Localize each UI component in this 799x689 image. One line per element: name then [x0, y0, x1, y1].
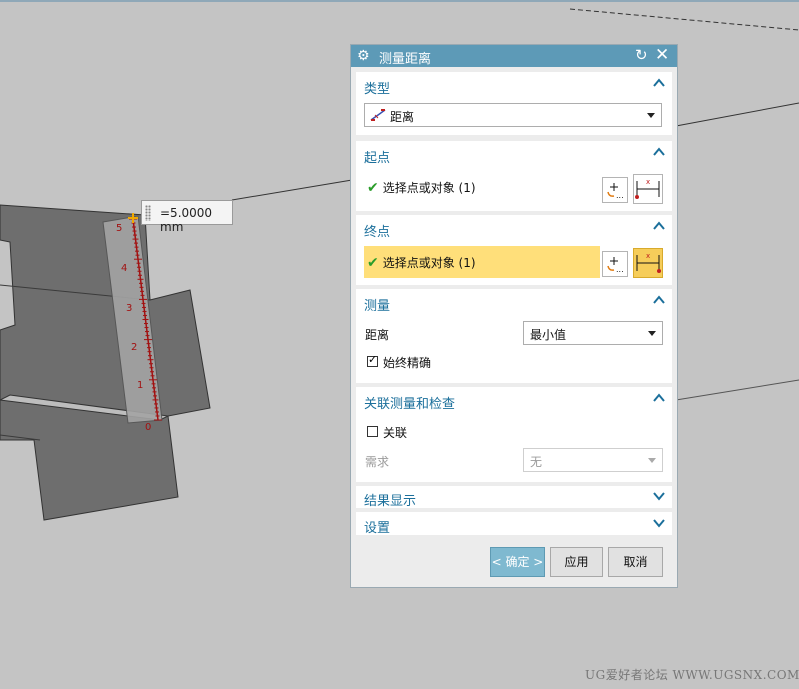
end-point-row: ✔ 选择点或对象 (1): [367, 254, 476, 271]
chevron-down-icon[interactable]: [652, 489, 666, 503]
ruler-label: 5: [116, 223, 122, 234]
end-point-status: 选择点或对象 (1): [382, 256, 476, 270]
inferred-point-button[interactable]: x: [633, 248, 663, 278]
section-start-point: 起点 ✔ 选择点或对象 (1) ... x: [356, 141, 672, 211]
chevron-up-icon[interactable]: [652, 391, 666, 405]
dashed-edge: [569, 8, 799, 31]
point-dialog-button[interactable]: ...: [602, 251, 628, 277]
distance-mode-select[interactable]: 最小值: [523, 321, 663, 345]
section-settings[interactable]: 设置: [356, 512, 672, 536]
start-point-selector[interactable]: ✔ 选择点或对象 (1): [367, 179, 476, 196]
chevron-down-icon[interactable]: [652, 516, 666, 530]
close-icon[interactable]: ✕: [655, 45, 669, 65]
section-title: 终点: [364, 225, 391, 240]
edge-line: [675, 379, 799, 401]
ruler-label: 3: [126, 303, 132, 314]
point-dialog-icon: ...: [607, 257, 624, 274]
chevron-up-icon[interactable]: [652, 76, 666, 90]
requirement-select: 无: [523, 448, 663, 472]
point-dialog-button[interactable]: ...: [602, 177, 628, 203]
distance-label: 距离: [365, 328, 390, 342]
distance-icon: [370, 109, 386, 121]
chevron-up-icon[interactable]: [652, 219, 666, 233]
apply-button[interactable]: 应用: [550, 547, 603, 577]
requirement-value: 无: [530, 455, 543, 469]
drag-handle-icon[interactable]: [145, 205, 151, 221]
ruler-label: 2: [131, 342, 137, 353]
inferred-point-button[interactable]: x: [633, 174, 663, 204]
section-results-display[interactable]: 结果显示: [356, 486, 672, 509]
edge-line: [231, 179, 353, 201]
dialog-title: 测量距离: [379, 52, 432, 67]
svg-text:...: ...: [616, 265, 624, 274]
inferred-point-icon: x: [635, 178, 660, 199]
section-measure: 测量 距离 最小值 ✓ 始终精确: [356, 289, 672, 383]
svg-text:...: ...: [616, 191, 624, 200]
chevron-down-icon: [648, 331, 656, 336]
chevron-down-icon: [647, 113, 655, 118]
distance-mode-value: 最小值: [530, 328, 567, 342]
chevron-up-icon[interactable]: [652, 145, 666, 159]
start-point-status: 选择点或对象 (1): [382, 181, 476, 195]
edge-line: [675, 102, 799, 127]
part-body[interactable]: [0, 204, 211, 521]
end-point-selector[interactable]: ✔ 选择点或对象 (1): [364, 246, 600, 278]
measure-distance-dialog: ⚙ 测量距离 ↻ ✕ 类型 距离 起点 ✔ 选择点或对象 (1) ... x 终…: [350, 44, 678, 588]
measure-result-tag[interactable]: =5.0000 mm: [141, 200, 233, 234]
ok-button[interactable]: < 确定 >: [490, 547, 545, 577]
check-icon: ✔: [367, 255, 379, 271]
checkmark-icon: ✓: [368, 353, 378, 366]
section-title: 起点: [364, 151, 391, 166]
associate-checkbox[interactable]: [367, 426, 378, 437]
svg-text:x: x: [646, 178, 650, 186]
always-precise-checkbox[interactable]: ✓: [367, 353, 378, 367]
type-select[interactable]: 距离: [364, 103, 662, 127]
chevron-up-icon[interactable]: [652, 293, 666, 307]
section-title: 测量: [364, 299, 391, 314]
type-select-value: 距离: [390, 110, 415, 124]
section-title: 关联测量和检查: [364, 397, 456, 412]
reset-icon[interactable]: ↻: [635, 46, 648, 64]
requirement-label: 需求: [365, 455, 390, 469]
ruler-label: 0: [145, 422, 151, 433]
always-precise-label: 始终精确: [383, 356, 432, 370]
section-title: 设置: [364, 521, 391, 536]
watermark: UG爱好者论坛 WWW.UGSNX.COM: [585, 668, 799, 682]
associate-label: 关联: [383, 426, 408, 440]
gear-icon: ⚙: [357, 48, 370, 64]
point-dialog-icon: ...: [607, 183, 624, 200]
dialog-titlebar[interactable]: ⚙ 测量距离 ↻ ✕: [351, 45, 677, 67]
ruler-label: 4: [121, 263, 127, 274]
measure-value: =5.0000 mm: [160, 206, 213, 234]
svg-text:x: x: [646, 252, 650, 260]
chevron-down-icon: [648, 458, 656, 463]
section-title: 类型: [364, 82, 391, 97]
section-title: 结果显示: [364, 494, 417, 509]
ruler-label: 1: [137, 380, 143, 391]
check-icon: ✔: [367, 180, 379, 196]
inferred-point-icon: x: [636, 252, 661, 273]
cancel-button[interactable]: 取消: [608, 547, 663, 577]
section-end-point: 终点 ✔ 选择点或对象 (1) ... x: [356, 215, 672, 285]
section-associate: 关联测量和检查 关联 需求 无: [356, 387, 672, 482]
section-type: 类型 距离: [356, 72, 672, 135]
